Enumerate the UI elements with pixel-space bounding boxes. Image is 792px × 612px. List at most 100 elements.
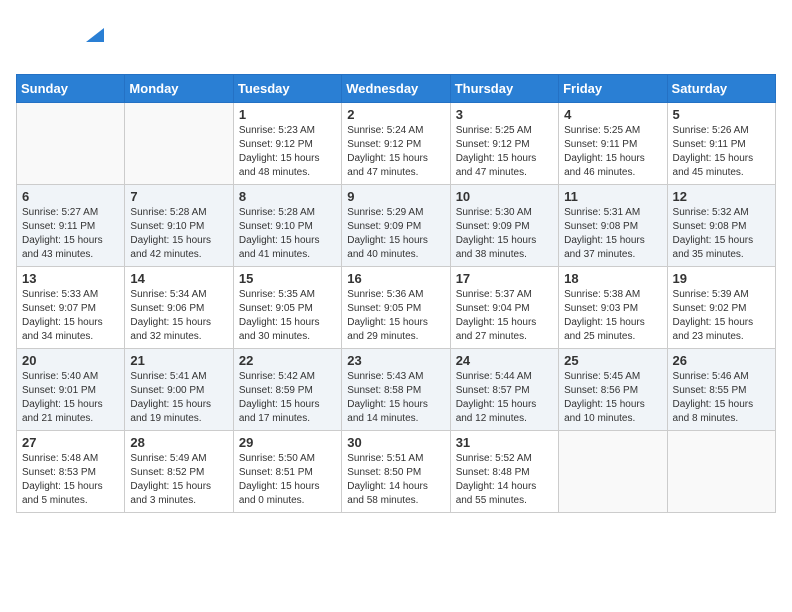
day-info: Sunrise: 5:50 AM Sunset: 8:51 PM Dayligh…	[239, 452, 336, 508]
day-number: 7	[130, 189, 227, 204]
calendar-day-6: 6 Sunrise: 5:27 AM Sunset: 9:11 PM Daylig…	[17, 185, 125, 267]
calendar-day-16: 16Sunrise: 5:36 AM Sunset: 9:05 PM Dayli…	[342, 267, 450, 349]
day-number: 17	[456, 271, 553, 286]
day-info: Sunrise: 5:25 AM Sunset: 9:11 PM Dayligh…	[564, 124, 661, 180]
day-number: 2	[347, 107, 444, 122]
day-number: 16	[347, 271, 444, 286]
day-info: Sunrise: 5:39 AM Sunset: 9:02 PM Dayligh…	[673, 288, 770, 344]
weekday-header-sunday: Sunday	[17, 75, 125, 103]
calendar-day-25: 25Sunrise: 5:45 AM Sunset: 8:56 PM Dayli…	[559, 349, 667, 431]
day-number: 29	[239, 435, 336, 450]
weekday-header-monday: Monday	[125, 75, 233, 103]
day-number: 3	[456, 107, 553, 122]
day-info: Sunrise: 5:43 AM Sunset: 8:58 PM Dayligh…	[347, 370, 444, 426]
calendar-day-1: 1 Sunrise: 5:23 AM Sunset: 9:12 PM Daylig…	[233, 103, 341, 185]
day-info: Sunrise: 5:46 AM Sunset: 8:55 PM Dayligh…	[673, 370, 770, 426]
day-number: 21	[130, 353, 227, 368]
calendar-day-19: 19 Sunrise: 5:39 AM Sunset: 9:02 PM Dayli…	[667, 267, 775, 349]
day-number: 26	[673, 353, 770, 368]
day-number: 30	[347, 435, 444, 450]
day-number: 23	[347, 353, 444, 368]
calendar-empty-cell	[667, 431, 775, 513]
weekday-header-friday: Friday	[559, 75, 667, 103]
calendar-day-4: 4 Sunrise: 5:25 AM Sunset: 9:11 PM Daylig…	[559, 103, 667, 185]
calendar-week-row: 1 Sunrise: 5:23 AM Sunset: 9:12 PM Daylig…	[17, 103, 776, 185]
calendar-day-14: 14Sunrise: 5:34 AM Sunset: 9:06 PM Dayli…	[125, 267, 233, 349]
day-info: Sunrise: 5:49 AM Sunset: 8:52 PM Dayligh…	[130, 452, 227, 508]
day-info: Sunrise: 5:40 AM Sunset: 9:01 PM Dayligh…	[22, 370, 119, 426]
logo-wing-icon	[82, 24, 104, 46]
day-info: Sunrise: 5:35 AM Sunset: 9:05 PM Dayligh…	[239, 288, 336, 344]
day-info: Sunrise: 5:23 AM Sunset: 9:12 PM Dayligh…	[239, 124, 336, 180]
day-info: Sunrise: 5:28 AM Sunset: 9:10 PM Dayligh…	[130, 206, 227, 262]
page-header	[16, 16, 776, 66]
calendar-day-23: 23 Sunrise: 5:43 AM Sunset: 8:58 PM Dayli…	[342, 349, 450, 431]
day-info: Sunrise: 5:26 AM Sunset: 9:11 PM Dayligh…	[673, 124, 770, 180]
day-info: Sunrise: 5:27 AM Sunset: 9:11 PM Dayligh…	[22, 206, 119, 262]
day-number: 24	[456, 353, 553, 368]
calendar-day-27: 27Sunrise: 5:48 AM Sunset: 8:53 PM Dayli…	[17, 431, 125, 513]
calendar-table: SundayMondayTuesdayWednesdayThursdayFrid…	[16, 74, 776, 513]
calendar-day-3: 3 Sunrise: 5:25 AM Sunset: 9:12 PM Daylig…	[450, 103, 558, 185]
day-info: Sunrise: 5:29 AM Sunset: 9:09 PM Dayligh…	[347, 206, 444, 262]
day-info: Sunrise: 5:28 AM Sunset: 9:10 PM Dayligh…	[239, 206, 336, 262]
day-number: 11	[564, 189, 661, 204]
calendar-day-30: 30 Sunrise: 5:51 AM Sunset: 8:50 PM Dayli…	[342, 431, 450, 513]
calendar-day-7: 7 Sunrise: 5:28 AM Sunset: 9:10 PM Daylig…	[125, 185, 233, 267]
day-number: 14	[130, 271, 227, 286]
calendar-day-26: 26 Sunrise: 5:46 AM Sunset: 8:55 PM Dayli…	[667, 349, 775, 431]
calendar-day-22: 22Sunrise: 5:42 AM Sunset: 8:59 PM Dayli…	[233, 349, 341, 431]
day-number: 13	[22, 271, 119, 286]
calendar-day-12: 12Sunrise: 5:32 AM Sunset: 9:08 PM Dayli…	[667, 185, 775, 267]
calendar-day-11: 11Sunrise: 5:31 AM Sunset: 9:08 PM Dayli…	[559, 185, 667, 267]
calendar-body: 1 Sunrise: 5:23 AM Sunset: 9:12 PM Daylig…	[17, 103, 776, 513]
day-number: 20	[22, 353, 119, 368]
calendar-day-15: 15Sunrise: 5:35 AM Sunset: 9:05 PM Dayli…	[233, 267, 341, 349]
calendar-week-row: 20 Sunrise: 5:40 AM Sunset: 9:01 PM Dayli…	[17, 349, 776, 431]
calendar-day-8: 8 Sunrise: 5:28 AM Sunset: 9:10 PM Daylig…	[233, 185, 341, 267]
calendar-empty-cell	[125, 103, 233, 185]
calendar-week-row: 13Sunrise: 5:33 AM Sunset: 9:07 PM Dayli…	[17, 267, 776, 349]
day-number: 18	[564, 271, 661, 286]
day-info: Sunrise: 5:38 AM Sunset: 9:03 PM Dayligh…	[564, 288, 661, 344]
calendar-day-28: 28 Sunrise: 5:49 AM Sunset: 8:52 PM Dayli…	[125, 431, 233, 513]
calendar-day-9: 9Sunrise: 5:29 AM Sunset: 9:09 PM Daylig…	[342, 185, 450, 267]
day-info: Sunrise: 5:37 AM Sunset: 9:04 PM Dayligh…	[456, 288, 553, 344]
day-number: 25	[564, 353, 661, 368]
weekday-header-saturday: Saturday	[667, 75, 775, 103]
day-info: Sunrise: 5:41 AM Sunset: 9:00 PM Dayligh…	[130, 370, 227, 426]
calendar-day-31: 31 Sunrise: 5:52 AM Sunset: 8:48 PM Dayli…	[450, 431, 558, 513]
logo	[16, 16, 86, 66]
day-number: 4	[564, 107, 661, 122]
calendar-empty-cell	[559, 431, 667, 513]
calendar-day-18: 18 Sunrise: 5:38 AM Sunset: 9:03 PM Dayli…	[559, 267, 667, 349]
weekday-header-thursday: Thursday	[450, 75, 558, 103]
calendar-day-29: 29 Sunrise: 5:50 AM Sunset: 8:51 PM Dayli…	[233, 431, 341, 513]
calendar-day-24: 24 Sunrise: 5:44 AM Sunset: 8:57 PM Dayli…	[450, 349, 558, 431]
calendar-day-13: 13Sunrise: 5:33 AM Sunset: 9:07 PM Dayli…	[17, 267, 125, 349]
calendar-day-2: 2 Sunrise: 5:24 AM Sunset: 9:12 PM Daylig…	[342, 103, 450, 185]
day-number: 27	[22, 435, 119, 450]
day-info: Sunrise: 5:25 AM Sunset: 9:12 PM Dayligh…	[456, 124, 553, 180]
calendar-header-row: SundayMondayTuesdayWednesdayThursdayFrid…	[17, 75, 776, 103]
day-info: Sunrise: 5:52 AM Sunset: 8:48 PM Dayligh…	[456, 452, 553, 508]
weekday-header-wednesday: Wednesday	[342, 75, 450, 103]
day-number: 8	[239, 189, 336, 204]
calendar-week-row: 6 Sunrise: 5:27 AM Sunset: 9:11 PM Daylig…	[17, 185, 776, 267]
day-info: Sunrise: 5:32 AM Sunset: 9:08 PM Dayligh…	[673, 206, 770, 262]
day-number: 19	[673, 271, 770, 286]
calendar-day-5: 5Sunrise: 5:26 AM Sunset: 9:11 PM Daylig…	[667, 103, 775, 185]
weekday-header-tuesday: Tuesday	[233, 75, 341, 103]
day-number: 1	[239, 107, 336, 122]
day-number: 28	[130, 435, 227, 450]
day-info: Sunrise: 5:24 AM Sunset: 9:12 PM Dayligh…	[347, 124, 444, 180]
day-number: 6	[22, 189, 119, 204]
calendar-day-20: 20 Sunrise: 5:40 AM Sunset: 9:01 PM Dayli…	[17, 349, 125, 431]
day-number: 31	[456, 435, 553, 450]
day-info: Sunrise: 5:51 AM Sunset: 8:50 PM Dayligh…	[347, 452, 444, 508]
calendar-week-row: 27Sunrise: 5:48 AM Sunset: 8:53 PM Dayli…	[17, 431, 776, 513]
day-info: Sunrise: 5:42 AM Sunset: 8:59 PM Dayligh…	[239, 370, 336, 426]
calendar-empty-cell	[17, 103, 125, 185]
day-info: Sunrise: 5:44 AM Sunset: 8:57 PM Dayligh…	[456, 370, 553, 426]
calendar-day-17: 17 Sunrise: 5:37 AM Sunset: 9:04 PM Dayli…	[450, 267, 558, 349]
